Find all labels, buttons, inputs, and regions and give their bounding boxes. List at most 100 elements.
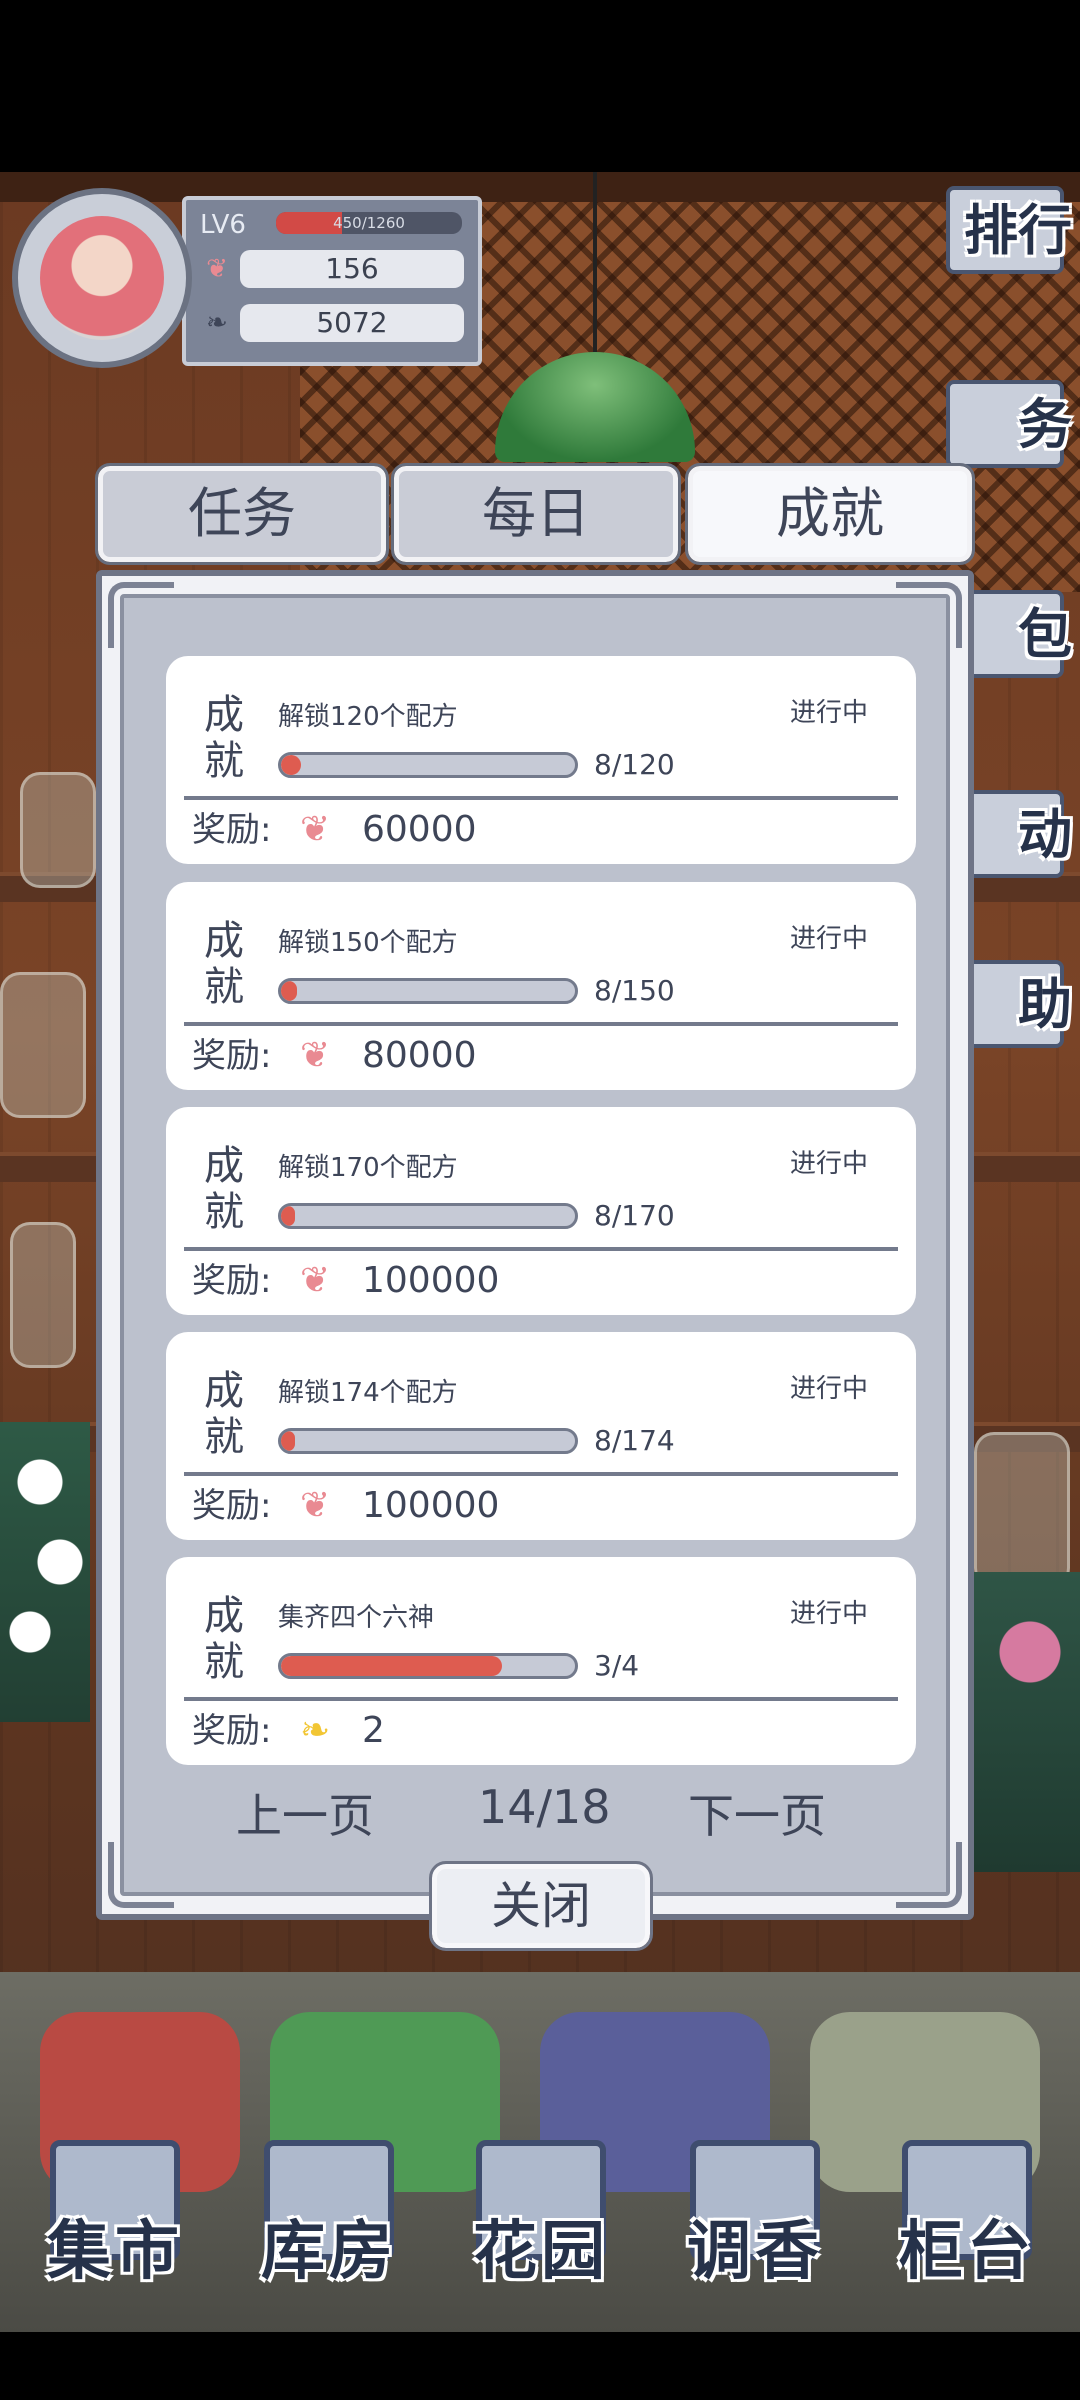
corner-ornament (108, 1842, 174, 1908)
achievement-title: 集齐四个六神 (278, 1603, 435, 1633)
progress-bar-fill (281, 1431, 295, 1451)
progress-count: 8/150 (594, 974, 675, 1007)
achievement-title: 解锁174个配方 (278, 1378, 458, 1408)
progress-bar (278, 978, 578, 1004)
jar (10, 1222, 76, 1368)
achievement-status: 进行中 (789, 924, 868, 954)
nav-counter[interactable]: 柜台 (892, 2140, 1042, 2290)
flower-vase (0, 1422, 90, 1722)
side-menu-label: 包 (1018, 602, 1072, 666)
achievement-card: 成就 解锁120个配方 进行中 8/120 奖励: ❦ 60000 (166, 656, 916, 864)
avatar-frame[interactable] (12, 188, 192, 368)
achievement-tag: 成就 (204, 1593, 244, 1685)
close-button[interactable]: 关闭 (429, 1861, 653, 1951)
reward-label: 奖励: (192, 810, 272, 850)
nav-label: 调香 (687, 2214, 823, 2289)
jar (974, 1432, 1070, 1588)
jar (20, 772, 96, 888)
petal-count: 156 (240, 250, 464, 288)
nav-perfume[interactable]: 调香 (680, 2140, 830, 2290)
progress-bar-fill (281, 981, 297, 1001)
side-menu-label: 务 (1018, 392, 1072, 456)
gold-leaf-icon: ❧ (300, 1710, 331, 1751)
progress-bar (278, 1203, 578, 1229)
tab-daily[interactable]: 每日 (391, 463, 681, 565)
reward-label: 奖励: (192, 1036, 272, 1076)
divider (184, 796, 898, 800)
nav-garden[interactable]: 花园 (466, 2140, 616, 2290)
leaf-count: 5072 (240, 304, 464, 342)
petal-icon: ❦ (300, 1485, 331, 1526)
achievement-status: 进行中 (789, 698, 868, 728)
next-page-button[interactable]: 下一页 (688, 1780, 826, 1846)
nav-warehouse[interactable]: 库房 (254, 2140, 404, 2290)
avatar (40, 216, 164, 340)
achievement-card: 成就 集齐四个六神 进行中 3/4 奖励: ❧ 2 (166, 1557, 916, 1765)
achievement-tag: 成就 (204, 918, 244, 1010)
side-menu-label: 动 (1018, 802, 1072, 866)
reward-value: 60000 (362, 809, 477, 850)
nav-label: 花园 (473, 2214, 609, 2289)
side-menu-ranking[interactable]: 排行 (932, 186, 1072, 306)
reward-value: 2 (362, 1710, 385, 1751)
achievement-title: 解锁170个配方 (278, 1153, 458, 1183)
corner-ornament (108, 582, 174, 648)
player-panel[interactable]: LV6 450/1260 ❦ 156 ❧ 5072 (12, 188, 482, 368)
achievement-card: 成就 解锁150个配方 进行中 8/150 奖励: ❦ 80000 (166, 882, 916, 1090)
nav-label: 库房 (261, 2214, 397, 2289)
nav-label: 集市 (47, 2214, 183, 2289)
achievement-card: 成就 解锁170个配方 进行中 8/170 奖励: ❦ 100000 (166, 1107, 916, 1315)
progress-bar-fill (281, 1656, 502, 1676)
petal-currency: ❦ 156 (200, 250, 464, 288)
prev-page-button[interactable]: 上一页 (236, 1780, 374, 1846)
achievement-title: 解锁150个配方 (278, 928, 458, 958)
reward-label: 奖励: (192, 1261, 272, 1301)
corner-ornament (896, 582, 962, 648)
divider (184, 1247, 898, 1251)
reward-label: 奖励: (192, 1711, 272, 1751)
side-menu-label: 排行 (964, 198, 1072, 262)
player-stats: LV6 450/1260 ❦ 156 ❧ 5072 (182, 196, 482, 366)
tab-tasks[interactable]: 任务 (95, 463, 389, 565)
achievement-status: 进行中 (789, 1599, 868, 1629)
lamp-cord (593, 172, 597, 352)
achievement-status: 进行中 (789, 1374, 868, 1404)
achievement-status: 进行中 (789, 1149, 868, 1179)
nav-label: 柜台 (899, 2214, 1035, 2289)
progress-bar (278, 752, 578, 778)
reward-value: 80000 (362, 1035, 477, 1076)
reward-value: 100000 (362, 1260, 500, 1301)
petal-icon: ❦ (300, 809, 331, 850)
leaf-icon: ❧ (206, 308, 228, 338)
divider (184, 1472, 898, 1476)
progress-bar-fill (281, 1206, 295, 1226)
exp-text: 450/1260 (333, 214, 405, 232)
achievement-card: 成就 解锁174个配方 进行中 8/174 奖励: ❦ 100000 (166, 1332, 916, 1540)
potted-plant (970, 1572, 1080, 1872)
jar (0, 972, 86, 1118)
divider (184, 1697, 898, 1701)
leaf-currency: ❧ 5072 (200, 304, 464, 342)
side-menu-label: 助 (1018, 972, 1072, 1036)
achievement-tag: 成就 (204, 1368, 244, 1460)
player-level: LV6 (200, 210, 246, 240)
progress-count: 3/4 (594, 1649, 640, 1682)
page-indicator: 14/18 (478, 1780, 611, 1834)
achievement-title: 解锁120个配方 (278, 702, 458, 732)
progress-bar-fill (281, 755, 301, 775)
reward-label: 奖励: (192, 1486, 272, 1526)
progress-count: 8/120 (594, 748, 675, 781)
achievement-tag: 成就 (204, 1143, 244, 1235)
petal-icon: ❦ (300, 1260, 331, 1301)
petal-icon: ❦ (300, 1035, 331, 1076)
progress-bar (278, 1653, 578, 1679)
progress-bar (278, 1428, 578, 1454)
progress-count: 8/170 (594, 1199, 675, 1232)
divider (184, 1022, 898, 1026)
progress-count: 8/174 (594, 1424, 675, 1457)
nav-market[interactable]: 集市 (40, 2140, 190, 2290)
reward-value: 100000 (362, 1485, 500, 1526)
corner-ornament (896, 1842, 962, 1908)
tab-achievements[interactable]: 成就 (685, 463, 975, 565)
petal-icon: ❦ (206, 254, 228, 284)
